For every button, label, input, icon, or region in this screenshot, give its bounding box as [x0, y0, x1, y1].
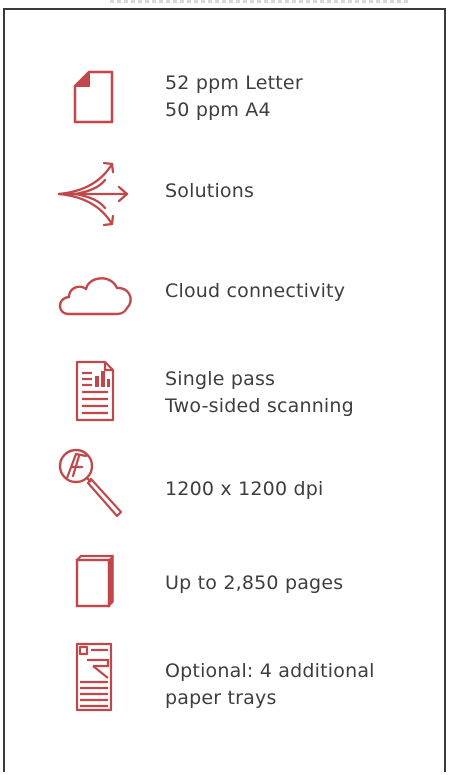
feature-solutions: Solutions: [5, 158, 445, 228]
feature-trays: Optional: 4 additional paper trays: [5, 638, 445, 712]
feature-line: Up to 2,850 pages: [165, 572, 344, 594]
feature-capacity-text: Up to 2,850 pages: [165, 570, 343, 597]
feature-scanning-text: Single pass Two-sided scanning: [165, 366, 354, 420]
feature-line: Solutions: [165, 180, 255, 202]
printer-trays-icon: [55, 638, 135, 714]
solutions-arrows-icon: [55, 158, 135, 228]
paper-stack-icon: [55, 548, 135, 618]
cloud-icon: [55, 262, 135, 332]
feature-trays-text: Optional: 4 additional paper trays: [165, 658, 375, 712]
scan-edge-artifact: [110, 0, 410, 3]
feature-speed-text: 52 ppm Letter 50 ppm A4: [165, 70, 303, 124]
feature-cloud-text: Cloud connectivity: [165, 278, 345, 305]
feature-resolution: 1200 x 1200 dpi: [5, 446, 445, 518]
feature-speed: 52 ppm Letter 50 ppm A4: [5, 62, 445, 132]
feature-line: 52 ppm Letter: [165, 72, 303, 94]
feature-resolution-text: 1200 x 1200 dpi: [165, 476, 323, 503]
feature-cloud: Cloud connectivity: [5, 260, 445, 330]
feature-line: Single pass: [165, 368, 276, 390]
feature-capacity: Up to 2,850 pages: [5, 546, 445, 616]
feature-line: paper trays: [165, 687, 277, 709]
feature-line: 50 ppm A4: [165, 99, 271, 121]
feature-line: Optional: 4 additional: [165, 660, 375, 682]
feature-solutions-text: Solutions: [165, 178, 254, 205]
scanned-document-icon: [55, 354, 135, 424]
page-icon: [55, 64, 135, 134]
feature-line: Two-sided scanning: [165, 395, 354, 417]
magnifier-icon: [55, 446, 135, 524]
feature-line: 1200 x 1200 dpi: [165, 478, 324, 500]
feature-line: Cloud connectivity: [165, 280, 346, 302]
feature-panel: 52 ppm Letter 50 ppm A4 Solutions Cloud …: [3, 8, 446, 772]
feature-scanning: Single pass Two-sided scanning: [5, 354, 445, 424]
